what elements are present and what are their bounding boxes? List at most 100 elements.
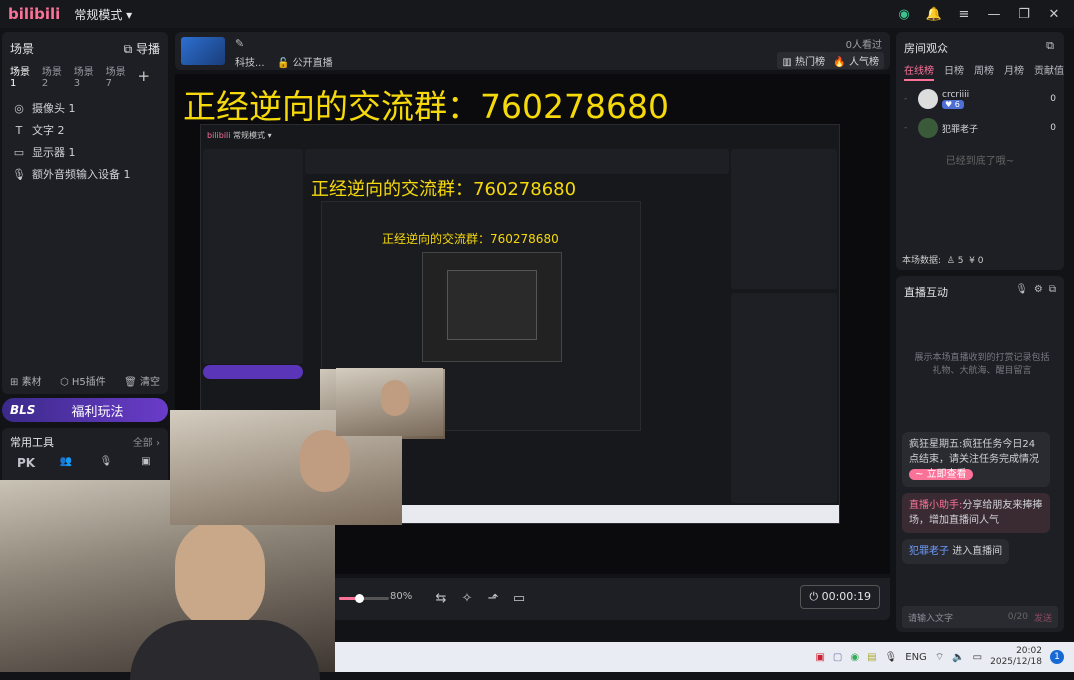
tray-app-icon[interactable]: ▣ (815, 652, 824, 663)
danmaku-msg: 犯罪老子 进入直播间 (902, 539, 1010, 564)
view-now-button[interactable]: ~ 立即查看 (909, 469, 973, 480)
audience-row[interactable]: - crcriiii ♥ 6 0 (904, 86, 1056, 112)
mode-selector[interactable]: 常规模式 ▾ (74, 6, 132, 23)
material-button[interactable]: ⊞ 素材 (10, 373, 42, 388)
overlay-text: 正经逆向的交流群：760278680 (183, 87, 669, 126)
stream-header: ✎ 科技... 🔓 公开直播 0人看过 ▥ 热门榜 🔥 人气榜 (175, 32, 890, 70)
pk-tool[interactable]: PK (6, 456, 46, 470)
gift-hint: 展示本场直播收到的打赏记录包括礼物、大航海、醒目留言 (914, 353, 1050, 376)
tab-scene-7[interactable]: 场景7 (106, 63, 128, 89)
viewer-count: 0人看过 (845, 40, 882, 51)
h5-plugin-button[interactable]: ⬡ H5插件 (60, 373, 106, 388)
scene-item-label: 显示器 1 (32, 146, 76, 159)
tab-scene-3[interactable]: 场景3 (74, 63, 96, 89)
text-icon: T (15, 123, 23, 137)
webcam-small (336, 368, 443, 436)
tray-app-icon[interactable]: ▢ (833, 652, 842, 663)
bell-icon[interactable]: 🔔 (924, 4, 944, 24)
record-icon[interactable]: ▭ (509, 588, 529, 608)
nested-overlay-text: 正经逆向的交流群：760278680 (311, 179, 577, 200)
tools-all-link[interactable]: 全部 › (133, 434, 160, 450)
scene-panel: 场景 ⧉ 导播 场景1 场景2 场景3 场景7 + ◎ 摄像头 1 T 文字 2 ▭… (2, 32, 168, 394)
lang-indicator[interactable]: ENG (905, 652, 927, 663)
scene-item-audio[interactable]: 🎙 额外音频输入设备 1 (2, 163, 168, 185)
welfare-label: 福利玩法 (71, 404, 124, 420)
tools-panel: 常用工具 全部 › PK 👥 🎙 ▣ (2, 428, 168, 488)
stream-cover[interactable] (181, 37, 225, 65)
live-timer[interactable]: ⏻ 00:00:19 (800, 585, 880, 609)
tab-month[interactable]: 月榜 (1004, 66, 1024, 77)
scene-tabs: 场景1 场景2 场景3 场景7 + (2, 61, 168, 91)
scene-item-camera[interactable]: ◎ 摄像头 1 (2, 97, 168, 119)
bls-badge: BLS (10, 403, 36, 417)
audience-row[interactable]: - 犯罪老子 0 (904, 116, 1056, 140)
users-icon: 👥 (59, 456, 73, 467)
hot-rank-button[interactable]: ▥ 热门榜 (777, 52, 830, 69)
taskbar: ▣ ▢ ◉ ▤ 🎙 ENG ⌔ 🔈 ▭ 20:02 2025/12/18 1 (335, 642, 1074, 672)
volume-value: 80% (390, 591, 413, 602)
audience-panel: 房间观众 ⧉ 在线榜 日榜 周榜 月榜 贡献值 - crcriiii ♥ 6 0 - 犯… (896, 32, 1064, 270)
mic-icon: 🎙 (99, 456, 113, 467)
battery-icon[interactable]: ▭ (973, 652, 982, 663)
end-of-list: 已经到底了哦~ (945, 156, 1015, 167)
minimize-icon[interactable]: — (984, 4, 1004, 24)
tray-app-icon[interactable]: ◉ (850, 652, 859, 663)
tab-week[interactable]: 周榜 (974, 66, 994, 77)
mixer-icon[interactable]: ⇆ (431, 588, 451, 608)
level-badge: ♥ 6 (942, 99, 964, 109)
scene-item-monitor[interactable]: ▭ 显示器 1 (2, 141, 168, 163)
volume-icon[interactable]: 🔈 (952, 652, 964, 663)
connect-tool[interactable]: 👥 (46, 456, 86, 470)
popular-rank-button[interactable]: 🔥 人气榜 (828, 52, 884, 69)
close-icon[interactable]: ✕ (1044, 4, 1064, 24)
scene-item-label: 额外音频输入设备 1 (32, 168, 131, 181)
wifi-icon[interactable]: ⌔ (935, 651, 944, 664)
send-button[interactable]: 发送 (1034, 611, 1052, 624)
char-count: 0/20 (1007, 612, 1028, 622)
mic-icon[interactable]: 🎙 (1015, 284, 1028, 300)
task-tool[interactable]: ▣ (126, 456, 166, 470)
user-name: 犯罪老子 (942, 124, 979, 135)
welfare-banner[interactable]: BLS 福利玩法 (2, 398, 168, 422)
public-live[interactable]: 🔓 公开直播 (277, 54, 333, 69)
tab-day[interactable]: 日榜 (944, 66, 964, 77)
effects-icon[interactable]: ✧ (457, 588, 477, 608)
mic-icon: 🎙 (12, 167, 26, 181)
menu-icon[interactable]: ≡ (954, 4, 974, 24)
scene-item-label: 文字 2 (32, 124, 65, 137)
danmaku-msg: 直播小助手:分享给朋友来捧捧场，增加直播间人气 (902, 493, 1050, 533)
scene-item-label: 摄像头 1 (32, 102, 76, 115)
tab-online[interactable]: 在线榜 (904, 66, 934, 81)
control-bar: 80% ⇆ ✧ ⬏ ▭ ⏻ 00:00:19 (335, 578, 890, 620)
guide-button[interactable]: ⧉ 导播 (124, 40, 160, 57)
popout-icon[interactable]: ⧉ (1044, 39, 1056, 52)
edit-icon[interactable]: ✎ (235, 37, 244, 50)
scene-title: 场景 (10, 42, 35, 56)
notification-badge[interactable]: 1 (1050, 650, 1064, 664)
voice-tool[interactable]: 🎙 (86, 456, 126, 470)
settings-icon[interactable]: ⚙ (1034, 284, 1043, 300)
tray-app-icon[interactable]: ▤ (867, 652, 876, 663)
status-icon[interactable]: ◉ (894, 4, 914, 24)
bilibili-logo: bilibili (8, 5, 61, 23)
stats-row: 本场数据: ♙ 5 ¥ 0 (902, 256, 984, 266)
maximize-icon[interactable]: ❐ (1014, 4, 1034, 24)
share-icon[interactable]: ⬏ (483, 588, 503, 608)
volume-slider[interactable] (339, 594, 389, 603)
popout-icon[interactable]: ⧉ (1049, 284, 1056, 300)
audience-title: 房间观众 (904, 42, 948, 55)
stream-title: 科技... (235, 58, 265, 69)
camera-icon: ◎ (14, 101, 24, 115)
scene-item-text[interactable]: T 文字 2 (2, 119, 168, 141)
clock[interactable]: 20:02 2025/12/18 (990, 646, 1042, 668)
chat-input[interactable]: 请输入文字 0/20 发送 (902, 606, 1058, 628)
danmaku-msg: 疯狂星期五:疯狂任务今日24点结束，请关注任务完成情况 ~ 立即查看 (902, 432, 1050, 487)
mic-icon[interactable]: 🎙 (885, 652, 898, 663)
add-scene-icon[interactable]: + (137, 67, 150, 85)
tab-scene-2[interactable]: 场景2 (42, 63, 64, 89)
interaction-title: 直播互动 (904, 286, 948, 299)
user-name: crcriiii (942, 89, 970, 100)
clear-button[interactable]: 🗑 清空 (124, 373, 160, 388)
tab-contribution[interactable]: 贡献值 (1034, 66, 1064, 77)
tab-scene-1[interactable]: 场景1 (10, 63, 32, 89)
